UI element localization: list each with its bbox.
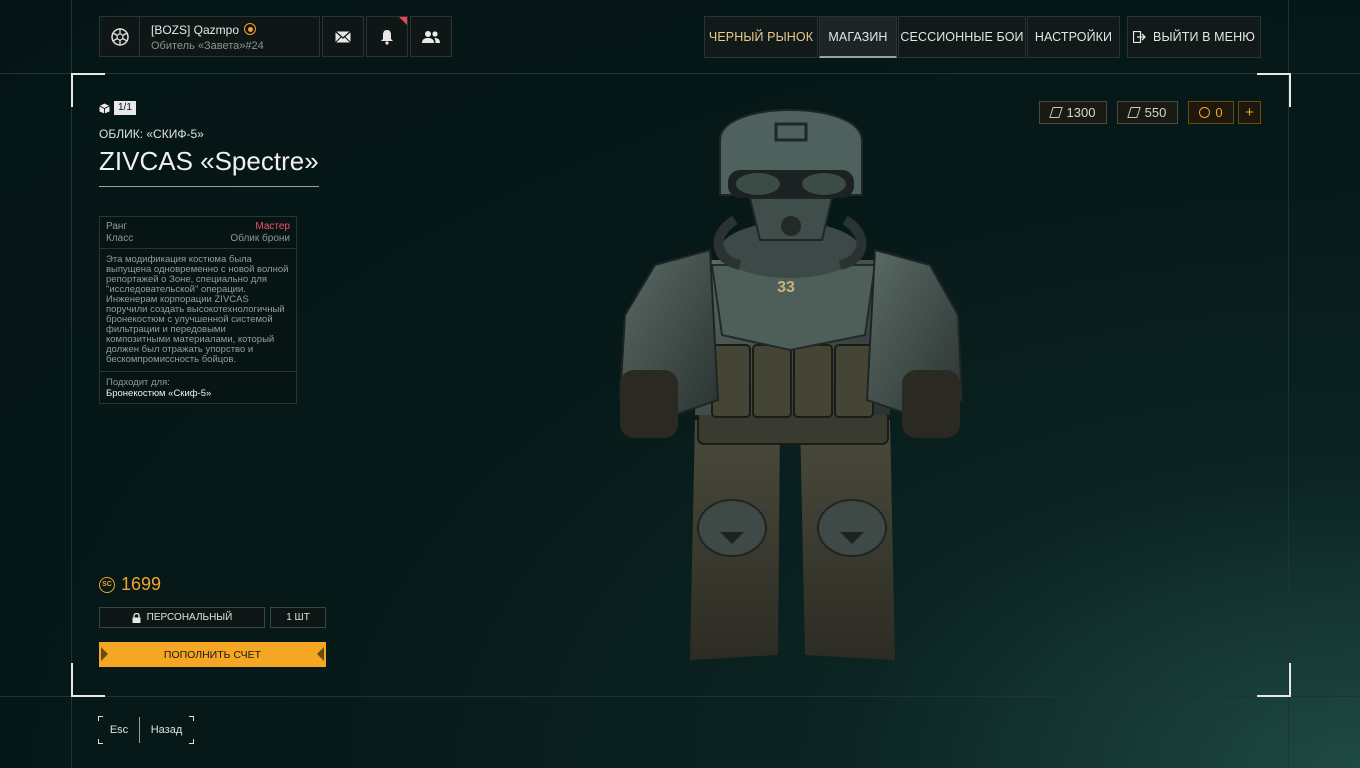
personal-tag: ПЕРСОНАЛЬНЫЙ bbox=[99, 607, 265, 628]
lock-icon bbox=[132, 612, 141, 623]
bracket-tl bbox=[98, 716, 103, 721]
back-control[interactable]: Esc Назад bbox=[98, 716, 194, 744]
frame-corner-bottom-right bbox=[1257, 663, 1291, 697]
friends-icon bbox=[422, 30, 440, 43]
player-name: [BOZS] Qazmpo bbox=[151, 23, 240, 37]
nav-settings[interactable]: НАСТРОЙКИ bbox=[1027, 16, 1120, 58]
item-count-badge: 1/1 bbox=[114, 101, 136, 115]
item-count-row: 1/1 bbox=[99, 101, 136, 115]
back-button[interactable]: Назад bbox=[140, 717, 193, 743]
coin-icon: SC bbox=[99, 576, 115, 593]
top-up-button[interactable]: ПОПОЛНИТЬ СЧЕТ bbox=[99, 642, 326, 667]
frame-line-bottom bbox=[0, 696, 1360, 697]
item-title: ZIVCAS «Spectre» bbox=[99, 146, 319, 176]
nav-black-market[interactable]: ЧЕРНЫЙ РЫНОК bbox=[704, 16, 818, 58]
friends-button[interactable] bbox=[410, 16, 452, 57]
personal-label: ПЕРСОНАЛЬНЫЙ bbox=[146, 612, 233, 623]
bell-icon bbox=[381, 29, 393, 45]
mail-button[interactable] bbox=[322, 16, 364, 57]
compatibility: Подходит для: Бронекостюм «Скиф-5» bbox=[100, 372, 296, 403]
mail-icon bbox=[335, 30, 351, 43]
esc-key[interactable]: Esc bbox=[99, 717, 140, 743]
currency-ticket-1: 1300 bbox=[1039, 101, 1107, 124]
price-value: 1699 bbox=[121, 574, 162, 594]
currency-coins: 0 bbox=[1188, 101, 1234, 124]
frame-line-left bbox=[71, 0, 72, 768]
rank-badge-icon bbox=[244, 23, 257, 35]
player-profile[interactable]: [BOZS] Qazmpo Обитель «Завета»#24 bbox=[99, 16, 320, 57]
notifications-button[interactable] bbox=[366, 16, 408, 57]
nav-shop[interactable]: МАГАЗИН bbox=[819, 16, 897, 58]
notification-indicator bbox=[399, 17, 407, 25]
currency-coins-value: 0 bbox=[1215, 105, 1223, 120]
bracket-bl bbox=[98, 739, 103, 744]
item-info-box: Ранг Мастер Класс Облик брони Эта модифи… bbox=[99, 216, 297, 404]
rank-value: Мастер bbox=[255, 221, 290, 232]
rank-label: Ранг bbox=[106, 221, 128, 232]
exit-to-menu-label: ВЫЙТИ В МЕНЮ bbox=[1153, 30, 1255, 44]
class-value: Облик брони bbox=[230, 233, 290, 244]
class-row: Класс Облик брони bbox=[100, 233, 296, 245]
frame-line-right bbox=[1288, 0, 1289, 768]
exit-icon bbox=[1133, 31, 1146, 43]
nav-session-battles[interactable]: СЕССИОННЫЕ БОИ bbox=[898, 16, 1026, 58]
item-price: SC 1699 bbox=[99, 574, 161, 595]
coin-icon bbox=[1199, 107, 1211, 118]
quantity-box: 1 ШТ bbox=[270, 607, 326, 628]
item-description: Эта модификация костюма была выпущена од… bbox=[100, 249, 296, 372]
currency-ticket-2: 550 bbox=[1117, 101, 1178, 124]
player-faction: Обитель «Завета»#24 bbox=[151, 40, 264, 52]
frame-corner-bottom-left bbox=[71, 663, 105, 697]
armor-model-preview[interactable]: 33 bbox=[600, 100, 980, 670]
compatibility-label: Подходит для: bbox=[106, 377, 170, 388]
ticket-icon bbox=[1048, 107, 1063, 118]
currency-ticket-2-value: 550 bbox=[1144, 105, 1167, 120]
title-divider bbox=[99, 186, 319, 187]
frame-line-top bbox=[0, 73, 1360, 74]
compatibility-value: Бронекостюм «Скиф-5» bbox=[106, 388, 212, 399]
class-label: Класс bbox=[106, 233, 134, 244]
add-currency-button[interactable]: + bbox=[1238, 101, 1261, 124]
bracket-br bbox=[189, 739, 194, 744]
ticket-icon bbox=[1126, 107, 1141, 118]
frame-corner-top-right bbox=[1257, 73, 1291, 107]
svg-text:33: 33 bbox=[777, 279, 795, 296]
currency-ticket-1-value: 1300 bbox=[1066, 105, 1096, 120]
rank-row: Ранг Мастер bbox=[100, 221, 296, 233]
exit-to-menu-button[interactable]: ВЫЙТИ В МЕНЮ bbox=[1127, 16, 1261, 58]
item-subtitle: ОБЛИК: «СКИФ-5» bbox=[99, 127, 204, 141]
cube-icon bbox=[99, 103, 110, 113]
faction-emblem-icon bbox=[100, 17, 140, 56]
bracket-tr bbox=[189, 716, 194, 721]
